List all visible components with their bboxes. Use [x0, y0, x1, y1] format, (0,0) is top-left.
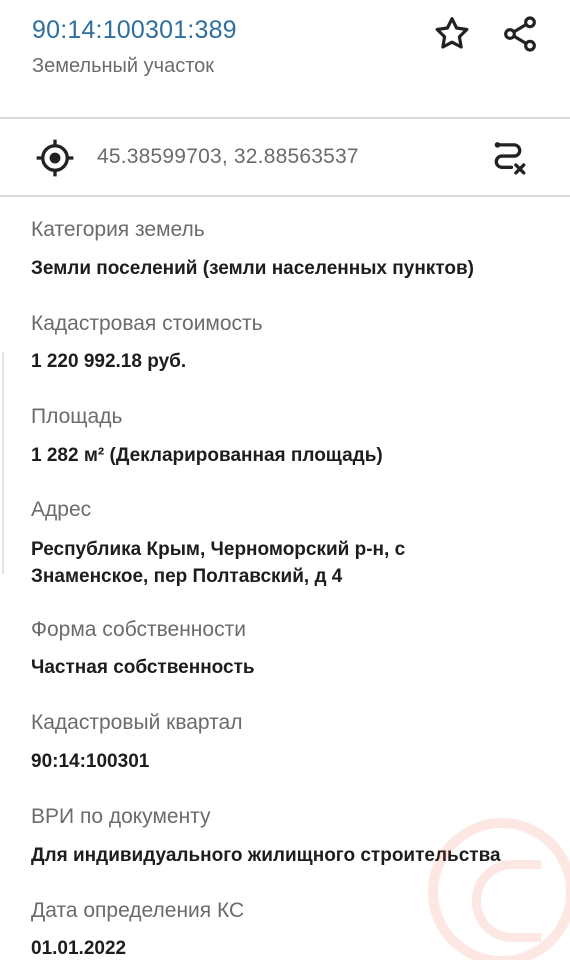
share-button[interactable]: [498, 12, 542, 56]
route-cancel-icon: [494, 142, 526, 175]
prop-value-ownership: Частная собственность: [31, 657, 255, 678]
route-button[interactable]: [485, 135, 531, 181]
object-type: Земельный участок: [32, 55, 215, 77]
prop-value-address: Республика Крым, Черноморский р-н, с Зна…: [31, 539, 406, 587]
prop-value-cadastral-quarter: 90:14:100301: [31, 751, 150, 772]
prop-value-land-category: Земли поселений (земли населенных пункто…: [31, 258, 474, 279]
watermark-logo: [428, 818, 570, 960]
prop-label-land-category: Категория земель: [31, 218, 205, 241]
prop-label-address: Адрес: [31, 498, 92, 521]
prop-value-area: 1 282 м² (Декларированная площадь): [31, 445, 383, 466]
share-icon: [504, 16, 536, 52]
star-outline-icon: [435, 17, 469, 49]
prop-label-permitted-use: ВРИ по документу: [31, 805, 211, 828]
prop-label-ownership: Форма собственности: [31, 618, 246, 641]
object-header: 90:14:100301:389 Земельный участок: [0, 0, 570, 118]
cadastral-number[interactable]: 90:14:100301:389: [32, 16, 237, 45]
prop-label-area: Площадь: [31, 405, 123, 428]
locate-button[interactable]: [34, 137, 76, 179]
coordinates-divider: [0, 195, 570, 197]
favorite-button[interactable]: [430, 12, 474, 56]
prop-value-cadastral-cost: 1 220 992.18 руб.: [31, 351, 187, 372]
prop-label-valuation-date: Дата определения КС: [31, 899, 245, 922]
coordinates-row: 45.38599703, 32.88563537: [0, 119, 570, 195]
prop-label-cadastral-cost: Кадастровая стоимость: [31, 312, 263, 335]
edge-mark: [0, 352, 4, 574]
prop-label-cadastral-quarter: Кадастровый квартал: [31, 711, 243, 734]
coordinates-text[interactable]: 45.38599703, 32.88563537: [97, 145, 359, 169]
crosshair-icon: [36, 139, 74, 177]
